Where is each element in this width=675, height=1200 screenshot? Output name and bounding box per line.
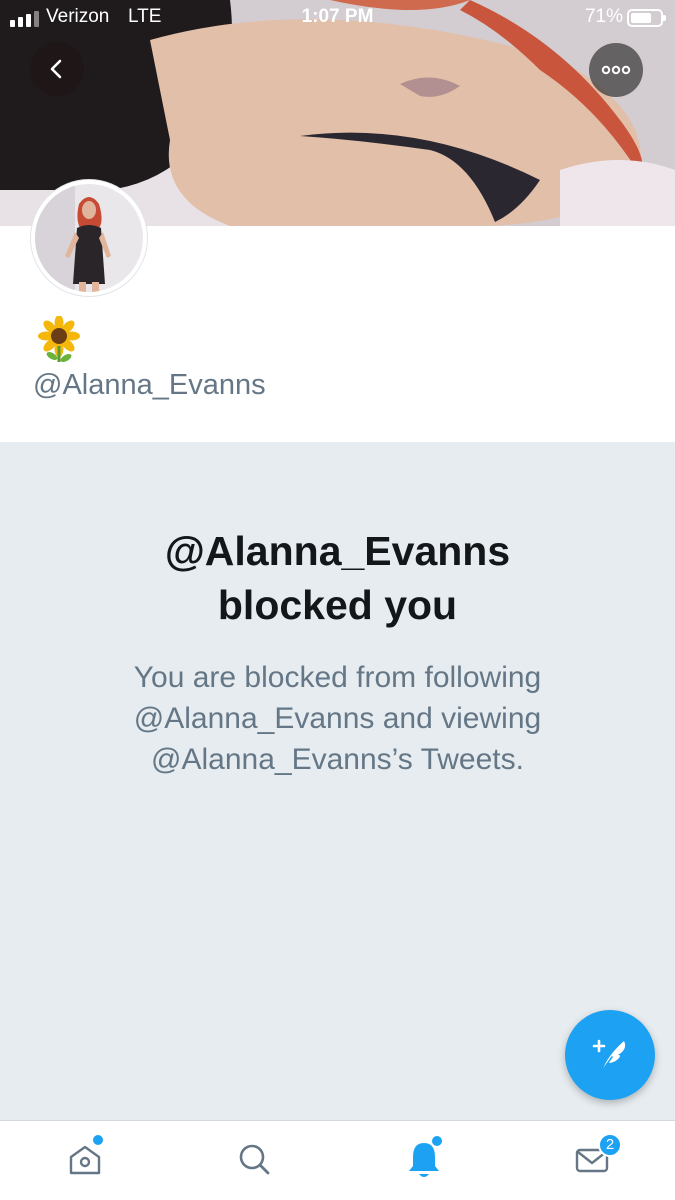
profile-handle: @Alanna_Evanns xyxy=(33,369,266,401)
chevron-left-icon xyxy=(50,59,62,79)
sunflower-icon xyxy=(38,316,80,362)
tab-search[interactable] xyxy=(224,1129,284,1189)
messages-badge: 2 xyxy=(598,1133,622,1157)
battery-percent: 71% xyxy=(584,6,623,27)
blocked-message-line3: @Alanna_Evanns’s Tweets. xyxy=(151,743,524,776)
more-options-button[interactable] xyxy=(589,43,643,97)
status-time: 1:07 PM xyxy=(301,6,374,27)
home-unread-dot xyxy=(93,1135,103,1145)
blocked-message: You are blocked from following @Alanna_E… xyxy=(80,657,595,780)
tab-notifications[interactable] xyxy=(394,1129,454,1189)
blocked-title-line2: blocked you xyxy=(217,582,458,628)
compose-tweet-icon xyxy=(592,1039,626,1072)
back-button[interactable] xyxy=(30,42,84,96)
blocked-title-line1: @Alanna_Evanns xyxy=(164,528,511,574)
compose-tweet-button[interactable] xyxy=(565,1010,655,1100)
home-icon xyxy=(69,1145,101,1175)
blocked-title: @Alanna_Evanns blocked you xyxy=(0,524,675,632)
battery-icon xyxy=(627,9,666,27)
tab-messages[interactable]: 2 xyxy=(562,1129,622,1189)
more-horizontal-icon xyxy=(601,65,631,75)
profile-avatar[interactable] xyxy=(31,180,147,296)
bottom-tab-bar: 2 xyxy=(0,1120,675,1200)
notifications-unread-dot xyxy=(432,1136,442,1146)
blocked-message-line1: You are blocked from following xyxy=(133,661,542,694)
profile-screen: Verizon LTE 1:07 PM 71% @Alanna_Evanns @… xyxy=(0,0,675,1200)
tab-home[interactable] xyxy=(55,1129,115,1189)
blocked-message-line2: @Alanna_Evanns and viewing xyxy=(133,702,542,735)
status-bar: Verizon LTE 1:07 PM 71% xyxy=(0,0,675,36)
search-icon xyxy=(239,1144,270,1175)
